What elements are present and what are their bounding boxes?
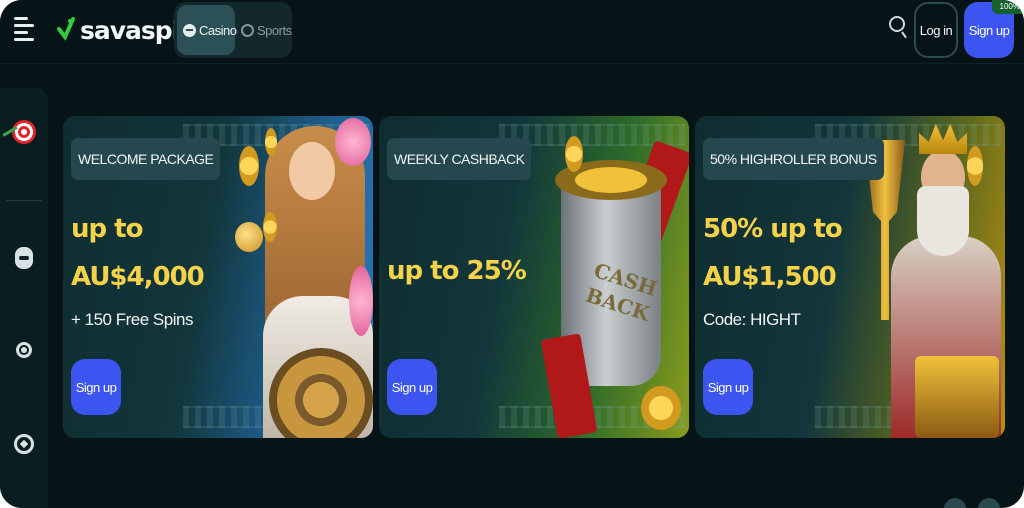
target-icon (12, 120, 36, 144)
search-icon[interactable] (888, 14, 910, 40)
promo-amount: AU$1,500 (703, 262, 837, 292)
sidebar-item-live[interactable] (0, 330, 48, 370)
sidebar-divider (6, 200, 42, 201)
tab-casino-label: Casino (199, 22, 237, 38)
treasure-chest-illustration (915, 356, 999, 438)
promo-headline: up to (71, 214, 143, 244)
promo-signup-button[interactable]: Sign up (71, 359, 121, 415)
login-button[interactable]: Log in (914, 2, 958, 58)
golden-apple-icon (235, 222, 263, 252)
soccer-ball-icon (14, 434, 34, 454)
goddess-face (289, 142, 335, 200)
sports-ball-icon (241, 23, 254, 37)
controller-icon (183, 23, 196, 37)
coin-icon (265, 128, 277, 156)
robot-icon (15, 247, 33, 269)
promo-headline: up to 25% (387, 256, 527, 286)
casino-sports-switch: Casino Sports (174, 2, 292, 58)
tab-sports-label: Sports (257, 22, 292, 38)
sidebar-item-casino[interactable] (0, 238, 48, 278)
zoom-badge: 100% (992, 0, 1022, 14)
broadcast-icon (16, 342, 32, 358)
sidebar-item-promotions[interactable] (0, 112, 48, 152)
zeus-beard (917, 186, 969, 256)
promo-card-welcome[interactable]: WELCOME PACKAGE up to AU$4,000 + 150 Fre… (63, 116, 373, 438)
sidebar-item-sports[interactable] (0, 424, 48, 464)
promo-signup-button[interactable]: Sign up (387, 359, 437, 415)
carousel-prev-button[interactable] (944, 498, 966, 508)
promo-subtext: + 150 Free Spins (71, 310, 193, 329)
blossom-illustration (349, 266, 373, 336)
coin-icon (263, 212, 277, 242)
logo-check-icon (57, 17, 75, 41)
promo-badge: WEEKLY CASHBACK (387, 138, 532, 180)
promo-badge: 50% HIGHROLLER BONUS (703, 138, 884, 180)
tab-casino[interactable]: Casino (177, 5, 237, 55)
promo-badge: WELCOME PACKAGE (71, 138, 221, 180)
coin-icon (967, 146, 983, 186)
coin-icon (641, 386, 681, 430)
top-header: savaspin Casino Sports Log in Sign up 10… (0, 0, 1024, 64)
promo-amount: AU$4,000 (71, 262, 205, 292)
sidebar (0, 88, 48, 508)
promo-code: Code: HIGHT (703, 310, 801, 329)
promo-signup-button[interactable]: Sign up (703, 359, 753, 415)
promo-card-highroller[interactable]: 50% HIGHROLLER BONUS 50% up to AU$1,500 … (695, 116, 1005, 438)
coin-icon (239, 146, 259, 186)
coin-icon (565, 136, 583, 172)
blossom-illustration (335, 118, 371, 166)
app-frame: savaspin Casino Sports Log in Sign up 10… (0, 0, 1024, 508)
carousel-next-button[interactable] (978, 498, 1000, 508)
promo-card-cashback[interactable]: CASH BACK WEEKLY CASHBACK up to 25% Sign… (379, 116, 689, 438)
tab-sports[interactable]: Sports (235, 5, 292, 55)
promo-headline: 50% up to (703, 214, 843, 244)
menu-icon[interactable] (14, 17, 34, 43)
